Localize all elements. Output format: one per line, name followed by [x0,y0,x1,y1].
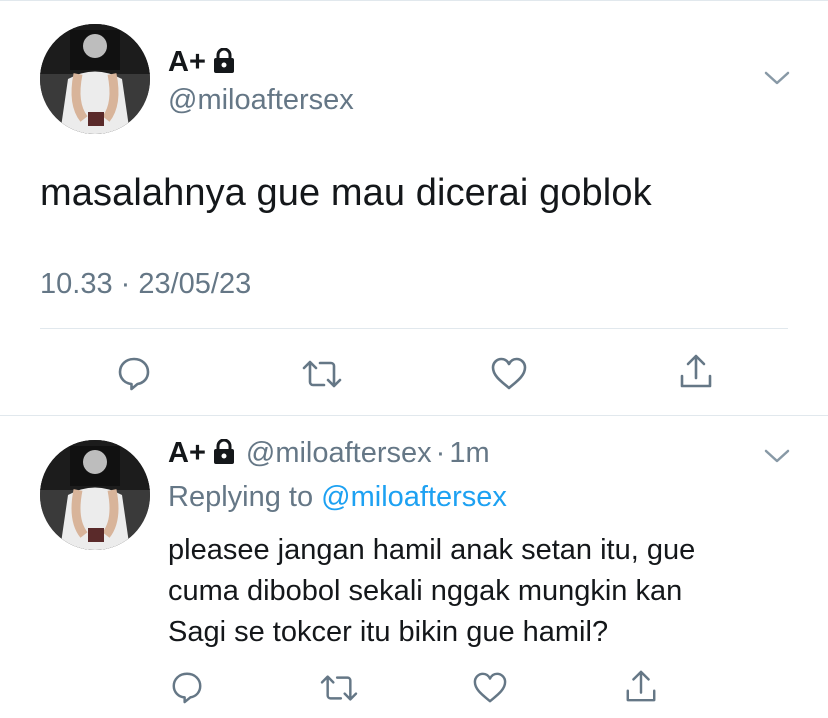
reply-handle[interactable]: @miloaftersex [246,437,432,469]
chevron-down-icon[interactable] [764,448,790,469]
reply-text-line: cuma dibobol sekali nggak mungkin kan [168,575,683,607]
tweet-text: masalahnya gue mau dicerai goblok [40,172,652,214]
chevron-down-icon[interactable] [764,70,790,91]
reply-icon[interactable] [116,355,152,396]
lock-icon [212,438,236,473]
meta-divider [40,328,788,329]
display-name[interactable]: A+ [168,46,236,82]
reply-text-line: pleasee jangan hamil anak setan itu, gue [168,534,696,566]
reply-icon[interactable] [170,670,204,709]
lock-icon [212,47,236,82]
reply-display-name[interactable]: A+ [168,437,206,469]
retweet-icon[interactable] [302,356,342,397]
tweet-divider [0,415,828,416]
replying-to: Replying to @miloaftersex [168,481,507,514]
retweet-icon[interactable] [320,671,358,710]
reply-text-line: Sagi se tokcer itu bikin gue hamil? [168,616,609,648]
handle[interactable]: @miloaftersex [168,84,354,117]
top-divider [0,0,828,1]
replying-prefix: Replying to [168,481,322,513]
reply-header: A+ @miloaftersex · 1m [168,437,490,473]
share-icon[interactable] [624,668,658,709]
share-icon[interactable] [678,352,714,395]
reply-avatar[interactable] [40,440,150,550]
reply-time[interactable]: 1m [449,437,489,469]
reply-text: pleasee jangan hamil anak setan itu, gue… [168,530,808,653]
like-icon[interactable] [490,356,528,397]
avatar[interactable] [40,24,150,134]
replying-to-link[interactable]: @miloaftersex [321,481,507,513]
tweet-timestamp[interactable]: 10.33 · 23/05/23 [40,268,251,301]
reply-separator: · [435,437,446,469]
like-icon[interactable] [472,671,508,710]
display-name-text: A+ [168,46,206,78]
